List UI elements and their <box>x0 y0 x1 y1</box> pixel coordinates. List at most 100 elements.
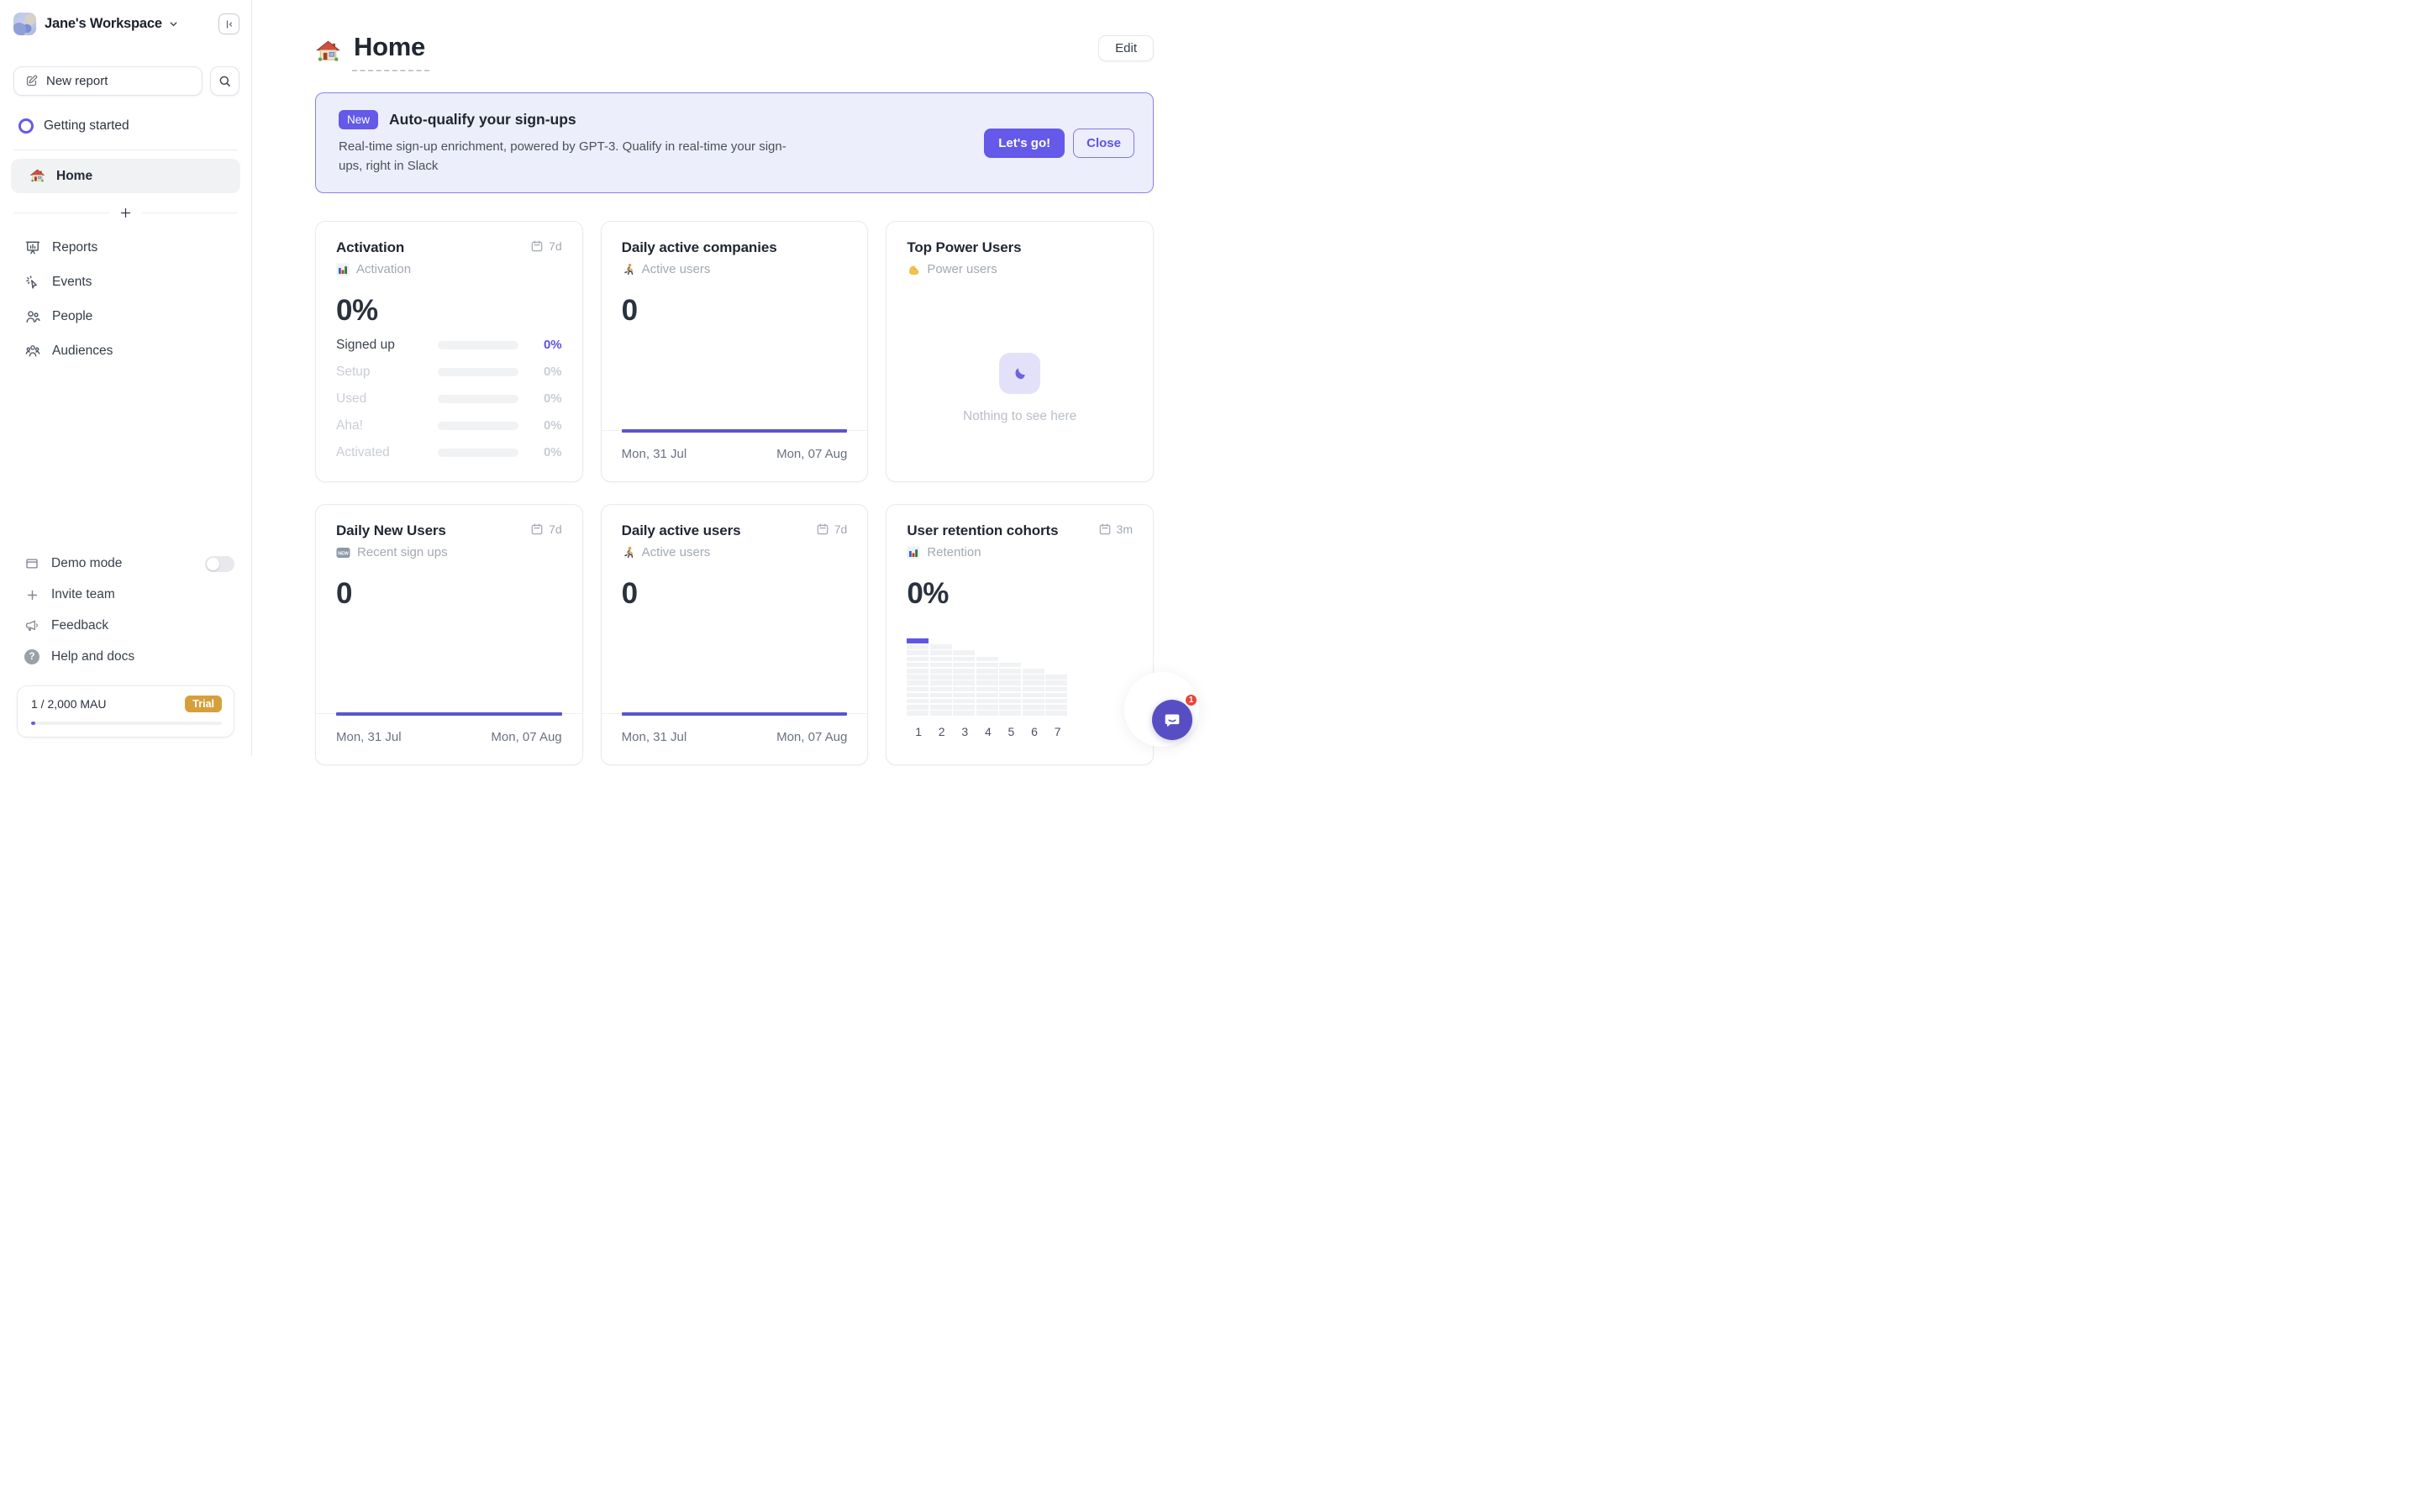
demo-window-icon <box>24 556 40 571</box>
date-range-badge: 7d <box>530 239 562 253</box>
sidebar-item-audiences[interactable]: Audiences <box>13 333 238 368</box>
metric-label: Active users <box>641 262 711 276</box>
moon-icon <box>1010 363 1030 383</box>
cohort-cell <box>907 662 929 668</box>
retention-cohort-grid <box>907 638 1133 716</box>
cohort-cell <box>907 680 929 685</box>
axis-tick: 5 <box>1007 724 1015 738</box>
workspace-name: Jane's Workspace <box>45 16 162 31</box>
cohort-cell <box>907 668 929 674</box>
cohort-cell <box>1045 705 1068 710</box>
sidebar-item-home[interactable]: Home <box>11 159 240 193</box>
getting-started-label: Getting started <box>44 118 129 133</box>
workspace-avatar <box>13 13 36 35</box>
card-top-power-users[interactable]: Top Power Users Power users Nothing to s… <box>886 221 1154 482</box>
cohort-cell <box>929 656 952 662</box>
close-banner-button[interactable]: Close <box>1073 128 1134 158</box>
cohort-cell <box>1045 680 1068 685</box>
cohort-cell <box>907 656 929 662</box>
cohort-cell <box>929 675 952 680</box>
cohort-cell <box>999 711 1022 716</box>
banner-title: Auto-qualify your sign-ups <box>389 111 576 128</box>
getting-started-item[interactable]: Getting started <box>18 118 238 134</box>
trial-badge: Trial <box>185 695 222 712</box>
add-report-button[interactable] <box>119 207 132 219</box>
metric-value: 0% <box>907 577 949 610</box>
cohort-cell <box>953 686 976 692</box>
collapse-sidebar-button[interactable] <box>218 13 239 34</box>
sidebar-item-reports[interactable]: Reports <box>13 230 238 265</box>
cohort-cell <box>976 698 998 704</box>
mau-usage-label: 1 / 2,000 MAU <box>31 696 107 711</box>
sidebar-item-demo-mode[interactable]: Demo mode <box>13 549 238 580</box>
sidebar-item-events[interactable]: Events <box>13 265 238 299</box>
help-docs-label: Help and docs <box>51 649 135 664</box>
date-range-badge: 7d <box>816 522 847 536</box>
cohort-cell <box>907 675 929 680</box>
cohort-cell <box>976 680 998 685</box>
funnel-row: Signed up 0% <box>336 337 562 353</box>
new-report-button[interactable]: New report <box>13 66 203 96</box>
cohort-cell <box>953 692 976 698</box>
sidebar-item-invite-team[interactable]: Invite team <box>13 580 238 611</box>
house-icon <box>29 168 45 184</box>
cohort-cell <box>976 711 998 716</box>
cohort-cell <box>1022 698 1044 704</box>
cohort-cell <box>953 650 976 655</box>
sidebar-item-help-docs[interactable]: ? Help and docs <box>13 642 238 673</box>
cohort-cell <box>929 662 952 668</box>
cohort-cell <box>999 662 1022 668</box>
x-axis-start-date: Mon, 31 Jul <box>621 730 687 744</box>
cohort-cell <box>907 686 929 692</box>
cohort-cell <box>999 698 1022 704</box>
sidebar-footer-nav: Demo mode Invite team Feedback ? Help an… <box>13 549 238 673</box>
cohort-cell <box>953 705 976 710</box>
people-icon <box>24 308 41 325</box>
card-daily-active-users[interactable]: Daily active users 7d Active users 0 Mon… <box>600 504 869 765</box>
mau-usage-card[interactable]: 1 / 2,000 MAU Trial <box>17 685 234 738</box>
feedback-label: Feedback <box>51 618 109 633</box>
cohort-cell <box>929 705 952 710</box>
x-axis-start-date: Mon, 31 Jul <box>621 447 687 461</box>
search-button[interactable] <box>210 66 239 96</box>
cohort-cell <box>1045 698 1068 704</box>
cohort-cell <box>929 644 952 649</box>
chart-flat-line <box>621 712 848 716</box>
cohort-cell <box>1045 711 1068 716</box>
card-daily-new-users[interactable]: Daily New Users 7d NEW Recent sign ups 0 <box>315 504 583 765</box>
cohort-cell <box>929 680 952 685</box>
cohort-cell <box>953 662 976 668</box>
edit-button[interactable]: Edit <box>1098 35 1154 61</box>
runner-icon <box>622 546 635 559</box>
line-chart: Mon, 31 Jul Mon, 07 Aug <box>601 712 868 764</box>
card-user-retention-cohorts[interactable]: User retention cohorts 3m Retention 0% 1… <box>886 504 1154 765</box>
lets-go-button[interactable]: Let's go! <box>984 128 1065 158</box>
calendar-icon <box>1098 522 1112 536</box>
page-title[interactable]: Home <box>352 32 429 71</box>
main-content: Home Edit New Auto-qualify your sign-ups… <box>252 0 1210 765</box>
cohort-cell <box>999 686 1022 692</box>
cohort-cell <box>907 711 929 716</box>
sidebar: Jane's Workspace New report Getting star… <box>0 0 252 756</box>
cohort-cell <box>1045 692 1068 698</box>
progress-ring-icon <box>18 118 34 134</box>
demo-mode-toggle[interactable] <box>205 555 234 572</box>
cohort-cell <box>976 656 998 662</box>
x-axis-end-date: Mon, 07 Aug <box>491 730 562 744</box>
cohort-cell <box>976 675 998 680</box>
sidebar-item-feedback[interactable]: Feedback <box>13 611 238 642</box>
cohort-cell <box>999 675 1022 680</box>
sidebar-item-people[interactable]: People <box>13 299 238 333</box>
cohort-cell <box>976 705 998 710</box>
workspace-header[interactable]: Jane's Workspace <box>13 13 239 35</box>
funnel-bar <box>437 421 518 430</box>
help-icon: ? <box>24 649 40 664</box>
card-daily-active-companies[interactable]: Daily active companies Active users 0 Mo… <box>600 221 869 482</box>
cohort-cell <box>1022 705 1044 710</box>
funnel-bar <box>437 448 518 457</box>
sidebar-item-events-label: Events <box>52 274 92 289</box>
card-activation[interactable]: Activation 7d Activation 0% Signed up 0%… <box>315 221 583 482</box>
cohort-cell <box>1022 668 1044 674</box>
new-report-label: New report <box>46 74 108 88</box>
chevron-down-icon <box>169 19 178 29</box>
